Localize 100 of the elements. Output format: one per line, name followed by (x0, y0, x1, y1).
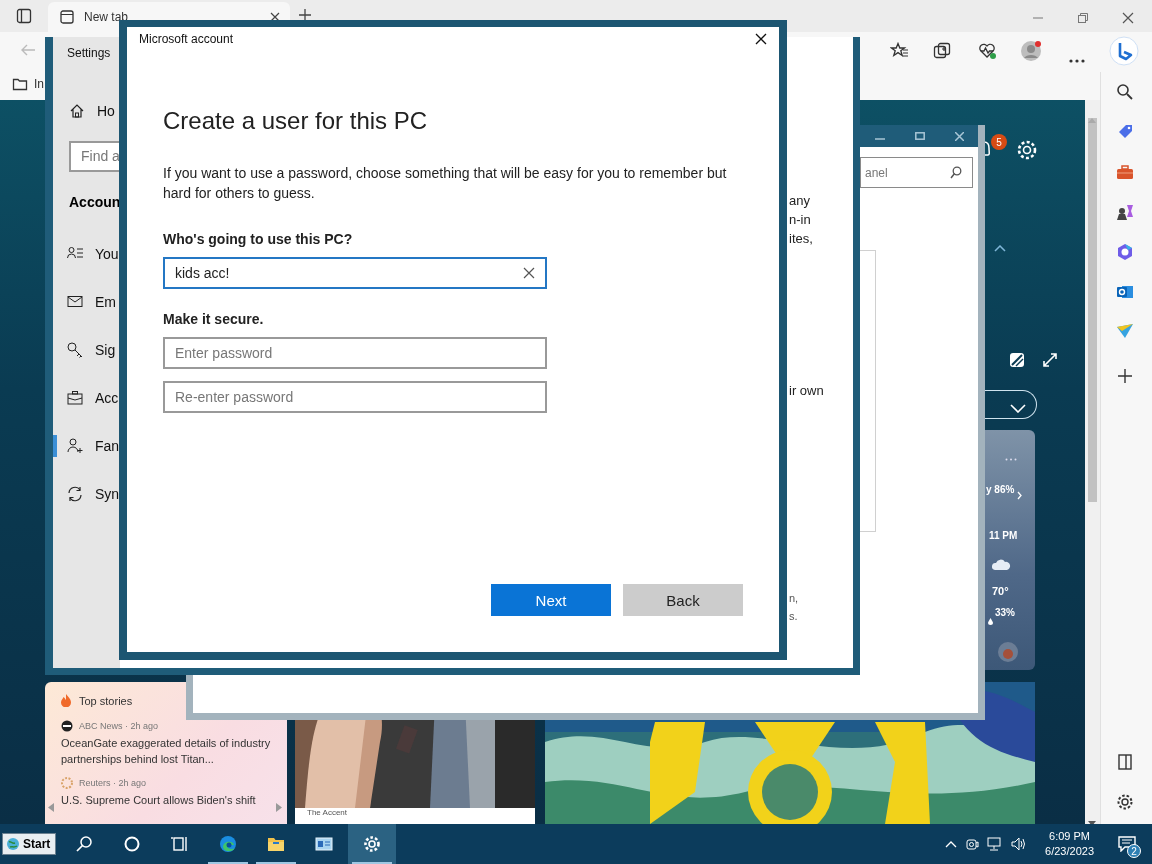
close-icon[interactable] (270, 12, 280, 22)
precipitation: 33% (995, 607, 1015, 618)
text-fragment: ir own (789, 382, 824, 400)
chevron-up-icon[interactable] (994, 245, 1006, 252)
key-icon (67, 342, 83, 358)
scroll-down-icon[interactable] (1088, 821, 1096, 826)
notification-button[interactable]: 2 (1112, 829, 1142, 859)
search-icon[interactable] (1116, 83, 1134, 101)
start-button[interactable]: Start (2, 833, 56, 855)
dialog-heading: Create a user for this PC (163, 107, 429, 135)
back-button[interactable]: Back (623, 584, 743, 616)
ring-icon[interactable] (1116, 243, 1134, 261)
mail-app-icon[interactable] (1116, 283, 1134, 301)
favorite-link[interactable]: In (34, 77, 44, 91)
nav-item[interactable]: Em (53, 278, 120, 326)
news-headline[interactable]: U.S. Supreme Court allows Biden's shift (61, 792, 271, 808)
taskbar-button[interactable] (348, 824, 396, 864)
forecast-hour: 11 PM (989, 530, 1018, 541)
nav-item[interactable]: You (53, 230, 120, 278)
expand-icon[interactable] (1042, 352, 1058, 368)
search-icon (75, 835, 93, 853)
camera-icon[interactable] (965, 837, 980, 851)
nav-item[interactable]: Sig (53, 326, 120, 374)
settings-icon (363, 835, 381, 853)
news-headline[interactable]: OceanGate exaggerated details of industry partnerships behind lost Titan... (61, 735, 271, 767)
close-icon[interactable] (1122, 12, 1134, 24)
forecast-temperature: 70° (992, 585, 1009, 597)
speaker-icon[interactable] (1011, 837, 1028, 851)
news-source: ABC News · 2h ago (79, 721, 159, 731)
field-label: Make it secure. (163, 311, 265, 327)
favorites-icon[interactable] (890, 42, 909, 60)
close-icon[interactable] (755, 32, 767, 45)
edge-icon (219, 835, 237, 853)
chevron-right-icon[interactable] (1017, 491, 1022, 500)
mail-icon (67, 294, 83, 310)
password-field[interactable]: Enter password (163, 337, 547, 369)
avatar-icon[interactable] (1020, 40, 1042, 62)
restore-icon[interactable] (1077, 12, 1089, 24)
news-source: Reuters · 2h ago (79, 778, 147, 788)
folder-icon[interactable] (12, 77, 28, 91)
text-fragment: n, (789, 591, 800, 606)
sidebar-toggle-icon[interactable] (16, 8, 32, 24)
scrollbar-thumb[interactable] (1088, 118, 1097, 502)
running-indicator (352, 862, 392, 864)
toolbox-icon[interactable] (1116, 163, 1134, 181)
text-fragment: ites, (789, 230, 814, 248)
window-title: Settings (66, 45, 112, 62)
news-heading: Top stories (79, 694, 133, 707)
nav-item[interactable]: Fan (53, 422, 120, 470)
news-source-icon (61, 777, 73, 789)
running-indicator (256, 862, 296, 864)
health-icon[interactable] (978, 42, 997, 60)
sync-icon (67, 486, 83, 502)
text-fragment: any (789, 192, 811, 210)
running-indicator (208, 862, 248, 864)
globe-icon (6, 837, 20, 851)
search-icon (950, 166, 962, 179)
search-field[interactable]: anel (860, 157, 973, 188)
network-icon[interactable] (987, 837, 1004, 851)
edit-background-icon[interactable] (1009, 352, 1025, 368)
more-icon[interactable] (1069, 59, 1085, 63)
briefcase-icon (67, 390, 83, 406)
chevron-down-icon[interactable] (1010, 404, 1026, 413)
section-heading: Accoun (68, 193, 120, 212)
window-icon (315, 835, 333, 853)
nav-link[interactable]: Ho (97, 103, 115, 119)
paper-plane-icon[interactable] (1116, 322, 1134, 340)
text-fragment: n-in (789, 211, 812, 229)
news-caption: The Accent (307, 808, 348, 817)
clear-icon[interactable] (523, 267, 535, 279)
weather-summary: y 86% (986, 484, 1015, 495)
game-pieces-icon[interactable] (1116, 203, 1134, 221)
count-badge: 2 (1127, 844, 1141, 858)
next-button[interactable]: Next (491, 584, 611, 616)
collections-icon[interactable] (933, 42, 952, 60)
split-view-icon[interactable] (1116, 753, 1134, 771)
maximize-icon[interactable] (915, 132, 925, 140)
news-source-icon (61, 720, 73, 732)
task-view-icon (171, 835, 189, 853)
new-tab-icon (298, 8, 312, 22)
text-fragment: s. (789, 609, 799, 624)
cloud-icon (991, 559, 1011, 571)
settings-icon[interactable] (1116, 793, 1134, 811)
password-field[interactable]: Re-enter password (163, 381, 547, 413)
home-icon[interactable] (69, 103, 85, 119)
circle-icon (123, 835, 141, 853)
moon-icon (997, 641, 1019, 663)
page-icon (60, 10, 74, 24)
dialog-title: Microsoft account (139, 31, 234, 46)
add-person-icon (67, 438, 83, 454)
clock[interactable]: 6:09 PM 6/23/2023 (1035, 829, 1104, 859)
nav-item[interactable]: Acc (53, 374, 120, 422)
nav-item[interactable]: Syn (53, 470, 120, 518)
instruction-text: If you want to use a password, choose something that will be easy for you to remember but hard for others to guess. (163, 164, 728, 203)
add-icon[interactable] (1116, 367, 1134, 385)
name-field[interactable]: kids acc! (163, 257, 547, 289)
search-field[interactable]: Find a (69, 141, 120, 172)
folder-icon (267, 835, 285, 853)
field-label: Who's going to use this PC? (163, 231, 354, 247)
flame-icon (61, 694, 71, 707)
